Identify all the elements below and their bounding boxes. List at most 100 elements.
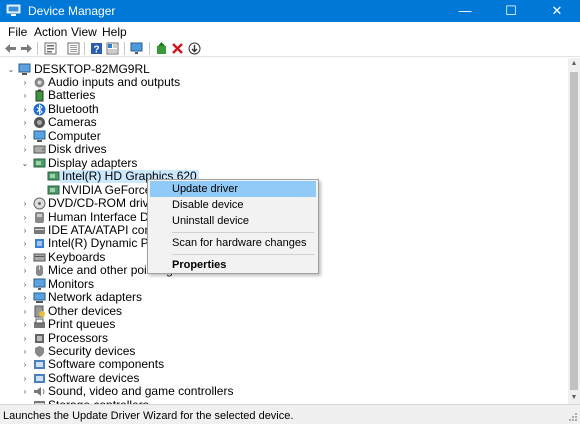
tree-item-label: Monitors [48, 276, 95, 291]
view-icon[interactable] [106, 42, 119, 55]
computer-icon [18, 63, 31, 75]
tree-category-item[interactable]: › Security devices [0, 345, 568, 358]
audio-icon [34, 77, 45, 88]
expand-icon[interactable]: › [21, 280, 29, 289]
tree-category-item[interactable]: › Software devices [0, 370, 568, 385]
tree-item-label: Other devices [48, 303, 123, 318]
expand-icon[interactable]: › [21, 360, 29, 369]
properties-menu-item[interactable]: Properties [150, 257, 316, 273]
expand-icon[interactable]: › [21, 78, 29, 87]
tree-item-label: Security devices [48, 344, 136, 358]
close-button[interactable]: ✕ [534, 0, 580, 22]
scroll-up-icon[interactable]: ▲ [568, 58, 580, 70]
device-manager-icon [6, 4, 21, 16]
disk-icon [33, 145, 46, 154]
collapse-icon[interactable]: ⌄ [21, 159, 29, 168]
display-adapter-icon [33, 158, 46, 168]
tree-item-label: Disk drives [48, 142, 107, 157]
expand-icon[interactable]: › [21, 145, 29, 154]
sound-icon [34, 387, 45, 397]
monitor-scan-icon[interactable] [130, 42, 143, 55]
forward-arrow-icon[interactable] [20, 42, 33, 55]
minimize-button[interactable]: — [442, 0, 488, 22]
tree-category-item[interactable]: ⌄ Display adapters [0, 155, 568, 170]
expand-icon[interactable]: › [21, 239, 29, 248]
tree-item-label: Bluetooth [48, 101, 99, 116]
update-driver-menu-item[interactable]: Update driver [150, 181, 316, 197]
tree-item-label: Print queues [48, 317, 116, 332]
tree-category-item[interactable]: › Audio inputs and outputs [0, 76, 568, 89]
tree-item-label: Batteries [48, 88, 96, 103]
expand-icon[interactable]: › [21, 253, 29, 262]
maximize-button[interactable]: ☐ [488, 0, 534, 22]
window-title: Device Manager [28, 4, 116, 18]
status-text: Launches the Update Driver Wizard for th… [3, 410, 294, 422]
tree-item-label: Audio inputs and outputs [48, 75, 181, 89]
tree-category-item[interactable]: › Processors [0, 331, 568, 345]
menu-separator [172, 254, 314, 255]
expand-icon[interactable]: › [21, 105, 29, 114]
update-driver-icon[interactable] [155, 42, 168, 55]
tree-category-item[interactable]: › Bluetooth [0, 101, 568, 116]
tree-category-item[interactable]: › Other devices [0, 303, 568, 318]
menu-help[interactable]: Help [102, 25, 127, 39]
context-menu: Update driver Disable device Uninstall d… [147, 179, 319, 274]
tree-category-item[interactable]: › Sound, video and game controllers [0, 385, 568, 398]
disable-device-menu-item[interactable]: Disable device [150, 197, 316, 213]
tree-item-label: Software devices [48, 370, 140, 385]
toolbar-separator [84, 42, 85, 55]
expand-icon[interactable]: › [21, 118, 29, 127]
toolbar: ? [0, 41, 580, 57]
expand-icon[interactable]: › [21, 293, 29, 302]
expand-icon[interactable]: › [21, 320, 29, 329]
expand-icon[interactable]: › [21, 91, 29, 100]
uninstall-device-menu-item[interactable]: Uninstall device [150, 213, 316, 229]
help-icon[interactable]: ? [90, 42, 103, 55]
uninstall-x-icon[interactable] [171, 42, 184, 55]
menu-file[interactable]: File [8, 25, 27, 39]
collapse-icon[interactable]: ⌄ [7, 65, 15, 74]
tree-item-label: Display adapters [48, 155, 138, 170]
vertical-scrollbar[interactable]: ▲ ▼ [568, 58, 580, 404]
monitor-icon [33, 278, 46, 290]
scan-hardware-menu-item[interactable]: Scan for hardware changes [150, 235, 316, 251]
display-adapter-icon [47, 185, 60, 195]
expand-icon[interactable]: › [21, 213, 29, 222]
expand-icon[interactable]: › [21, 199, 29, 208]
menu-separator [172, 232, 314, 233]
ide-icon [34, 226, 45, 234]
expand-icon[interactable]: › [21, 226, 29, 235]
scrollbar-thumb[interactable] [570, 72, 578, 390]
menu-view[interactable]: View [71, 25, 97, 39]
expand-icon[interactable]: › [21, 307, 29, 316]
tree-item-label: Cameras [48, 115, 97, 130]
tree-category-item[interactable]: › Computer [0, 129, 568, 143]
expand-icon[interactable]: › [21, 347, 29, 356]
properties-icon[interactable] [44, 42, 57, 55]
expand-icon[interactable]: › [21, 132, 29, 141]
scroll-down-icon[interactable]: ▼ [568, 392, 580, 404]
back-arrow-icon[interactable] [4, 42, 17, 55]
resize-grip-icon[interactable] [568, 412, 578, 422]
download-icon[interactable] [188, 42, 201, 55]
expand-icon[interactable]: › [21, 334, 29, 343]
camera-icon [34, 117, 45, 129]
tree-category-item[interactable]: › Cameras [0, 116, 568, 129]
hid-icon [35, 211, 44, 223]
tree-category-item[interactable]: › Batteries [0, 89, 568, 102]
expand-icon[interactable]: › [21, 387, 29, 396]
tree-category-item[interactable]: › Print queues [0, 318, 568, 331]
menu-action[interactable]: Action [34, 25, 67, 39]
tree-category-item[interactable]: › Monitors [0, 276, 568, 291]
tree-item-label: Sound, video and game controllers [48, 384, 234, 399]
tree-category-item[interactable]: › Software components [0, 358, 568, 371]
toolbar-separator [124, 42, 125, 55]
expand-icon[interactable]: › [21, 374, 29, 383]
mouse-icon [36, 265, 43, 277]
dvd-icon [33, 197, 46, 210]
tree-item-label: Network adapters [48, 290, 143, 305]
tree-category-item[interactable]: › Network adapters [0, 291, 568, 304]
expand-icon[interactable]: › [21, 266, 29, 275]
tree-category-item[interactable]: › Disk drives [0, 143, 568, 156]
details-icon[interactable] [67, 42, 80, 55]
